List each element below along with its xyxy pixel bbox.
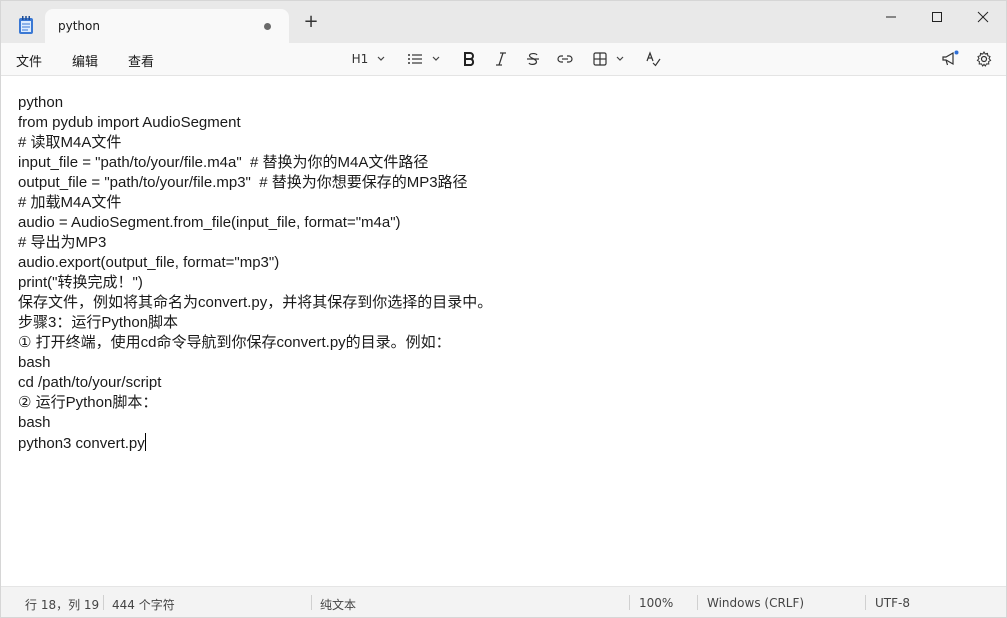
- text-editor[interactable]: python from pydub import AudioSegment # …: [1, 76, 1006, 586]
- megaphone-icon: [942, 50, 959, 66]
- bold-button[interactable]: [459, 49, 479, 69]
- notepad-window: python + 文件 编辑 查看 H1 python from pydub i…: [0, 0, 1007, 618]
- minimize-button[interactable]: [868, 1, 914, 33]
- editor-line: from pydub import AudioSegment: [18, 114, 241, 131]
- maximize-button[interactable]: [914, 1, 960, 33]
- heading-label: H1: [351, 52, 369, 66]
- menu-edit[interactable]: 编辑: [72, 51, 98, 70]
- editor-line: audio.export(output_file, format="mp3"): [18, 254, 280, 271]
- status-char-count: 444 个字符: [112, 598, 175, 612]
- status-divider: [103, 595, 104, 610]
- settings-button[interactable]: [973, 49, 995, 69]
- table-icon: [593, 52, 607, 66]
- editor-content[interactable]: python from pydub import AudioSegment # …: [18, 93, 492, 453]
- text-caret: [144, 433, 146, 451]
- menu-file[interactable]: 文件: [16, 51, 42, 70]
- editor-line-text: python3 convert.py: [18, 435, 145, 452]
- editor-line: output_file = "path/to/your/file.mp3" # …: [18, 174, 468, 191]
- editor-line: bash: [18, 354, 51, 371]
- status-divider: [629, 595, 630, 610]
- status-cursor-position: 行 18，列 19: [25, 598, 100, 612]
- editor-line: # 读取M4A文件: [18, 134, 122, 151]
- minimize-icon: [886, 16, 896, 18]
- close-button[interactable]: [960, 1, 1006, 33]
- status-divider: [311, 595, 312, 610]
- status-bar: 行 18，列 19 444 个字符 纯文本 100% Windows (CRLF…: [1, 586, 1006, 617]
- spellcheck-icon: [646, 51, 661, 67]
- editor-line: # 加载M4A文件: [18, 194, 122, 211]
- spellcheck-button[interactable]: [643, 49, 663, 69]
- chevron-down-icon: [377, 56, 385, 61]
- editor-line: cd /path/to/your/script: [18, 374, 162, 391]
- chevron-down-icon: [432, 56, 440, 61]
- editor-line: 保存文件，例如将其命名为convert.py，并将其保存到你选择的目录中。: [18, 294, 493, 311]
- feedback-button[interactable]: [939, 49, 961, 69]
- italic-button[interactable]: [491, 49, 511, 69]
- bold-icon: [464, 52, 475, 66]
- tab-label: python: [58, 19, 100, 33]
- editor-line: python: [18, 94, 64, 111]
- menu-bar: 文件 编辑 查看 H1: [1, 43, 1006, 76]
- status-divider: [697, 595, 698, 610]
- status-format[interactable]: 纯文本: [320, 596, 356, 613]
- unsaved-dot-icon[interactable]: [264, 23, 271, 30]
- editor-line: 步骤3：运行Python脚本: [18, 314, 179, 331]
- menu-view[interactable]: 查看: [128, 51, 154, 70]
- strikethrough-icon: [527, 52, 539, 65]
- strikethrough-button[interactable]: [523, 49, 543, 69]
- tab-python[interactable]: python: [45, 9, 289, 43]
- list-dropdown[interactable]: [405, 49, 443, 69]
- notepad-app-icon: [19, 16, 33, 34]
- title-bar: python +: [1, 1, 1006, 43]
- editor-line: input_file = "path/to/your/file.m4a" # 替…: [18, 154, 429, 171]
- close-icon: [977, 11, 989, 23]
- status-encoding[interactable]: UTF-8: [875, 596, 910, 610]
- status-line-ending[interactable]: Windows (CRLF): [707, 596, 804, 610]
- new-tab-button[interactable]: +: [301, 13, 321, 33]
- status-zoom[interactable]: 100%: [639, 596, 673, 610]
- editor-line: ① 打开终端，使用cd命令导航到你保存convert.py的目录。例如：: [18, 334, 451, 351]
- editor-line: ② 运行Python脚本：: [18, 394, 158, 411]
- maximize-icon: [932, 12, 942, 22]
- gear-icon: [976, 51, 992, 67]
- editor-line: # 导出为MP3: [18, 234, 107, 251]
- editor-line: print("转换完成！"): [18, 274, 143, 291]
- chevron-down-icon: [616, 56, 624, 61]
- italic-icon: [496, 52, 506, 66]
- editor-line-last: python3 convert.py: [18, 433, 492, 453]
- table-dropdown[interactable]: [591, 49, 627, 69]
- editor-line: audio = AudioSegment.from_file(input_fil…: [18, 214, 401, 231]
- heading-dropdown[interactable]: H1: [349, 49, 389, 69]
- status-divider: [865, 595, 866, 610]
- link-button[interactable]: [555, 49, 575, 69]
- list-icon: [408, 54, 422, 64]
- editor-line: bash: [18, 414, 51, 431]
- link-icon: [557, 55, 573, 63]
